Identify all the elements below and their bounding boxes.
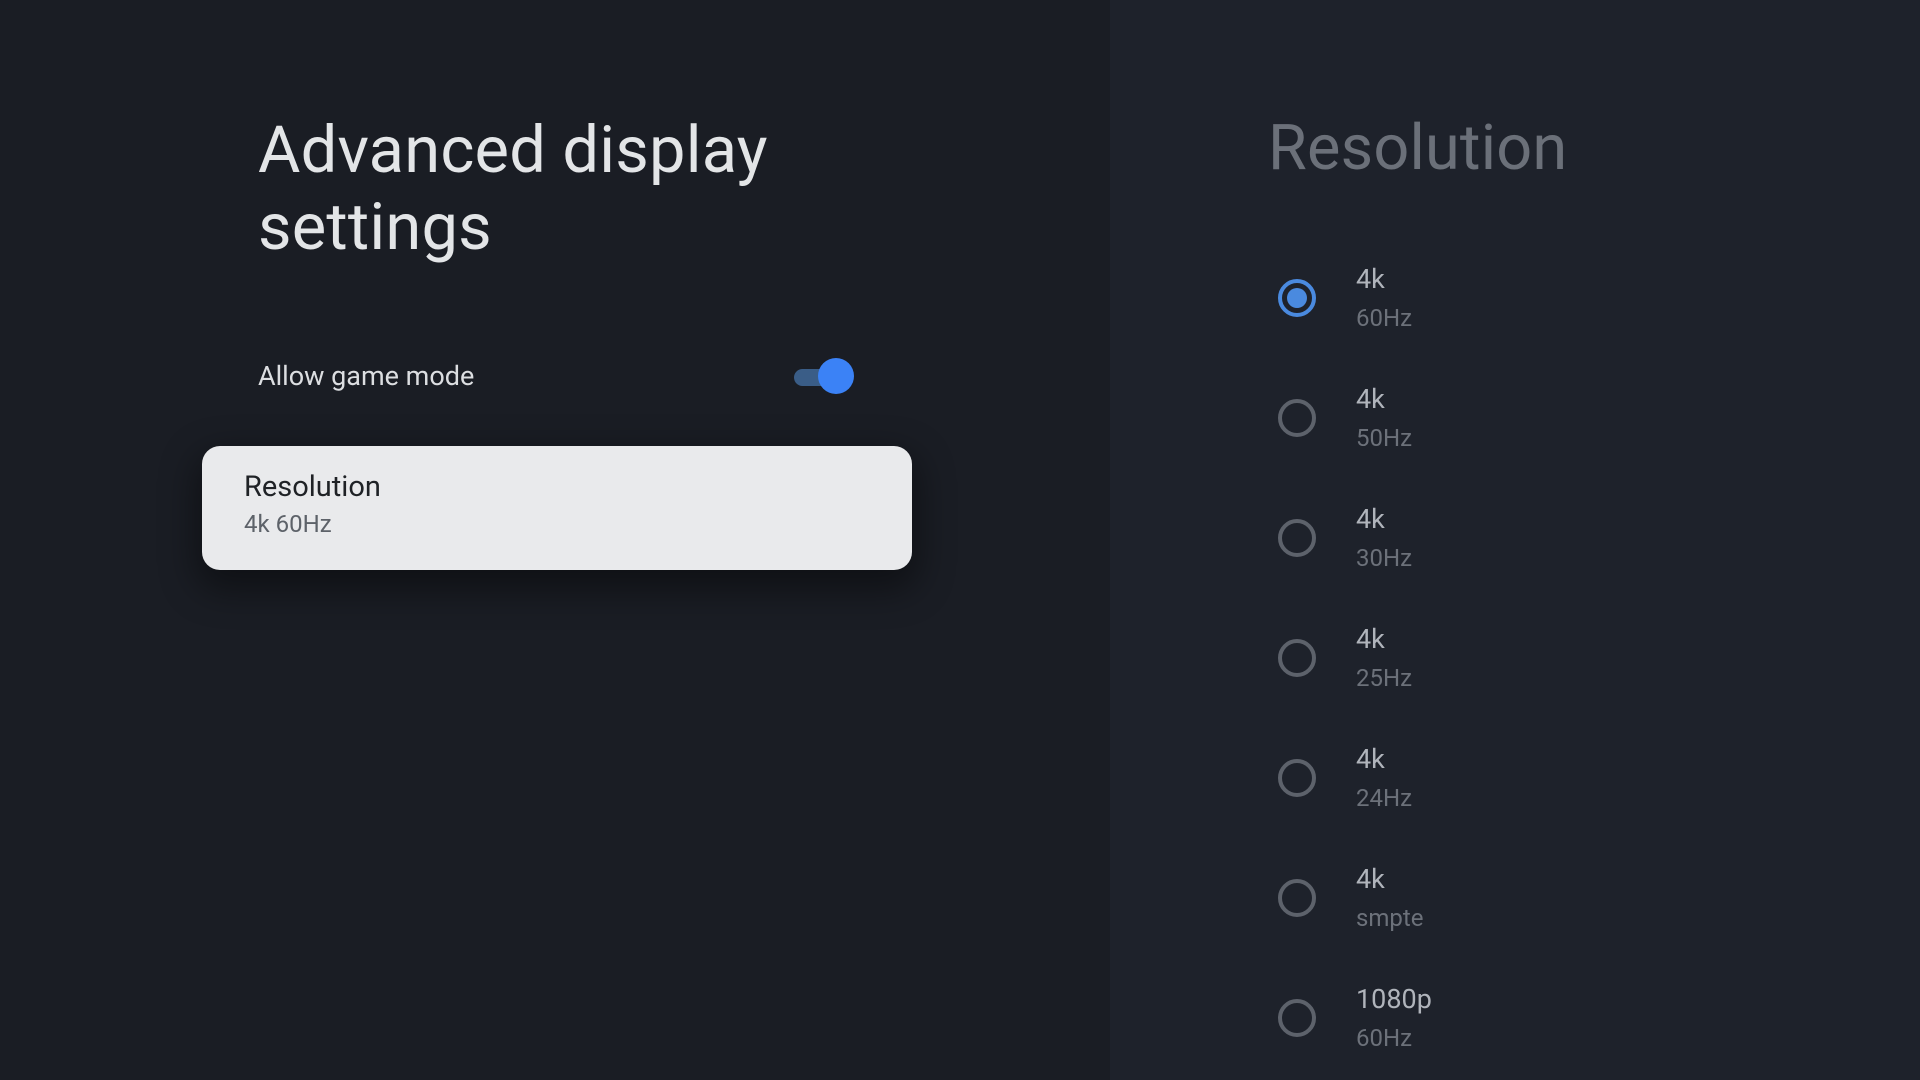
resolution-option-text: 1080p 60Hz bbox=[1356, 984, 1432, 1053]
resolution-option-label: 4k bbox=[1356, 624, 1412, 655]
resolution-options: 4k 60Hz 4k 50Hz 4k 30Hz 4k 25Hz 4k 24Hz 4k smpte 108… bbox=[1278, 238, 1838, 1078]
settings-screen: Advanced display settings Allow game mod… bbox=[0, 0, 1920, 1080]
resolution-option-sub: 50Hz bbox=[1356, 425, 1412, 453]
resolution-option-label: 4k bbox=[1356, 864, 1424, 895]
resolution-option[interactable]: 4k 24Hz bbox=[1278, 718, 1838, 838]
resolution-option-sub: 60Hz bbox=[1356, 305, 1412, 333]
resolution-card-value: 4k 60Hz bbox=[244, 510, 870, 538]
toggle-thumb-icon bbox=[818, 358, 854, 394]
resolution-option[interactable]: 4k 30Hz bbox=[1278, 478, 1838, 598]
radio-selected-icon[interactable] bbox=[1278, 279, 1316, 317]
game-mode-label: Allow game mode bbox=[258, 360, 474, 392]
right-pane: Resolution 4k 60Hz 4k 50Hz 4k 30Hz 4k 25Hz 4k 24H… bbox=[1110, 0, 1920, 1080]
resolution-option[interactable]: 1080p 60Hz bbox=[1278, 958, 1838, 1078]
resolution-option[interactable]: 4k 60Hz bbox=[1278, 238, 1838, 358]
resolution-option[interactable]: 4k 25Hz bbox=[1278, 598, 1838, 718]
page-title: Advanced display settings bbox=[258, 112, 858, 265]
left-pane: Advanced display settings Allow game mod… bbox=[0, 0, 1110, 1080]
radio-unselected-icon[interactable] bbox=[1278, 519, 1316, 557]
resolution-option-text: 4k 25Hz bbox=[1356, 624, 1412, 693]
resolution-option-text: 4k 24Hz bbox=[1356, 744, 1412, 813]
resolution-card[interactable]: Resolution 4k 60Hz bbox=[202, 446, 912, 570]
resolution-option-sub: smpte bbox=[1356, 905, 1424, 933]
resolution-option-label: 4k bbox=[1356, 384, 1412, 415]
resolution-option-label: 4k bbox=[1356, 264, 1412, 295]
resolution-option[interactable]: 4k smpte bbox=[1278, 838, 1838, 958]
resolution-option-sub: 24Hz bbox=[1356, 785, 1412, 813]
radio-unselected-icon[interactable] bbox=[1278, 879, 1316, 917]
resolution-option-label: 4k bbox=[1356, 744, 1412, 775]
game-mode-row[interactable]: Allow game mode bbox=[258, 358, 854, 394]
resolution-option-sub: 60Hz bbox=[1356, 1025, 1432, 1053]
resolution-option-sub: 25Hz bbox=[1356, 665, 1412, 693]
resolution-option-text: 4k 50Hz bbox=[1356, 384, 1412, 453]
resolution-option-sub: 30Hz bbox=[1356, 545, 1412, 573]
resolution-card-title: Resolution bbox=[244, 470, 870, 504]
resolution-option-text: 4k 30Hz bbox=[1356, 504, 1412, 573]
resolution-option-text: 4k 60Hz bbox=[1356, 264, 1412, 333]
resolution-option-label: 1080p bbox=[1356, 984, 1432, 1015]
resolution-panel-title: Resolution bbox=[1268, 112, 1567, 185]
radio-unselected-icon[interactable] bbox=[1278, 399, 1316, 437]
resolution-option-label: 4k bbox=[1356, 504, 1412, 535]
game-mode-toggle[interactable] bbox=[792, 358, 854, 394]
radio-unselected-icon[interactable] bbox=[1278, 639, 1316, 677]
resolution-option-text: 4k smpte bbox=[1356, 864, 1424, 933]
radio-unselected-icon[interactable] bbox=[1278, 759, 1316, 797]
radio-unselected-icon[interactable] bbox=[1278, 999, 1316, 1037]
resolution-option[interactable]: 4k 50Hz bbox=[1278, 358, 1838, 478]
